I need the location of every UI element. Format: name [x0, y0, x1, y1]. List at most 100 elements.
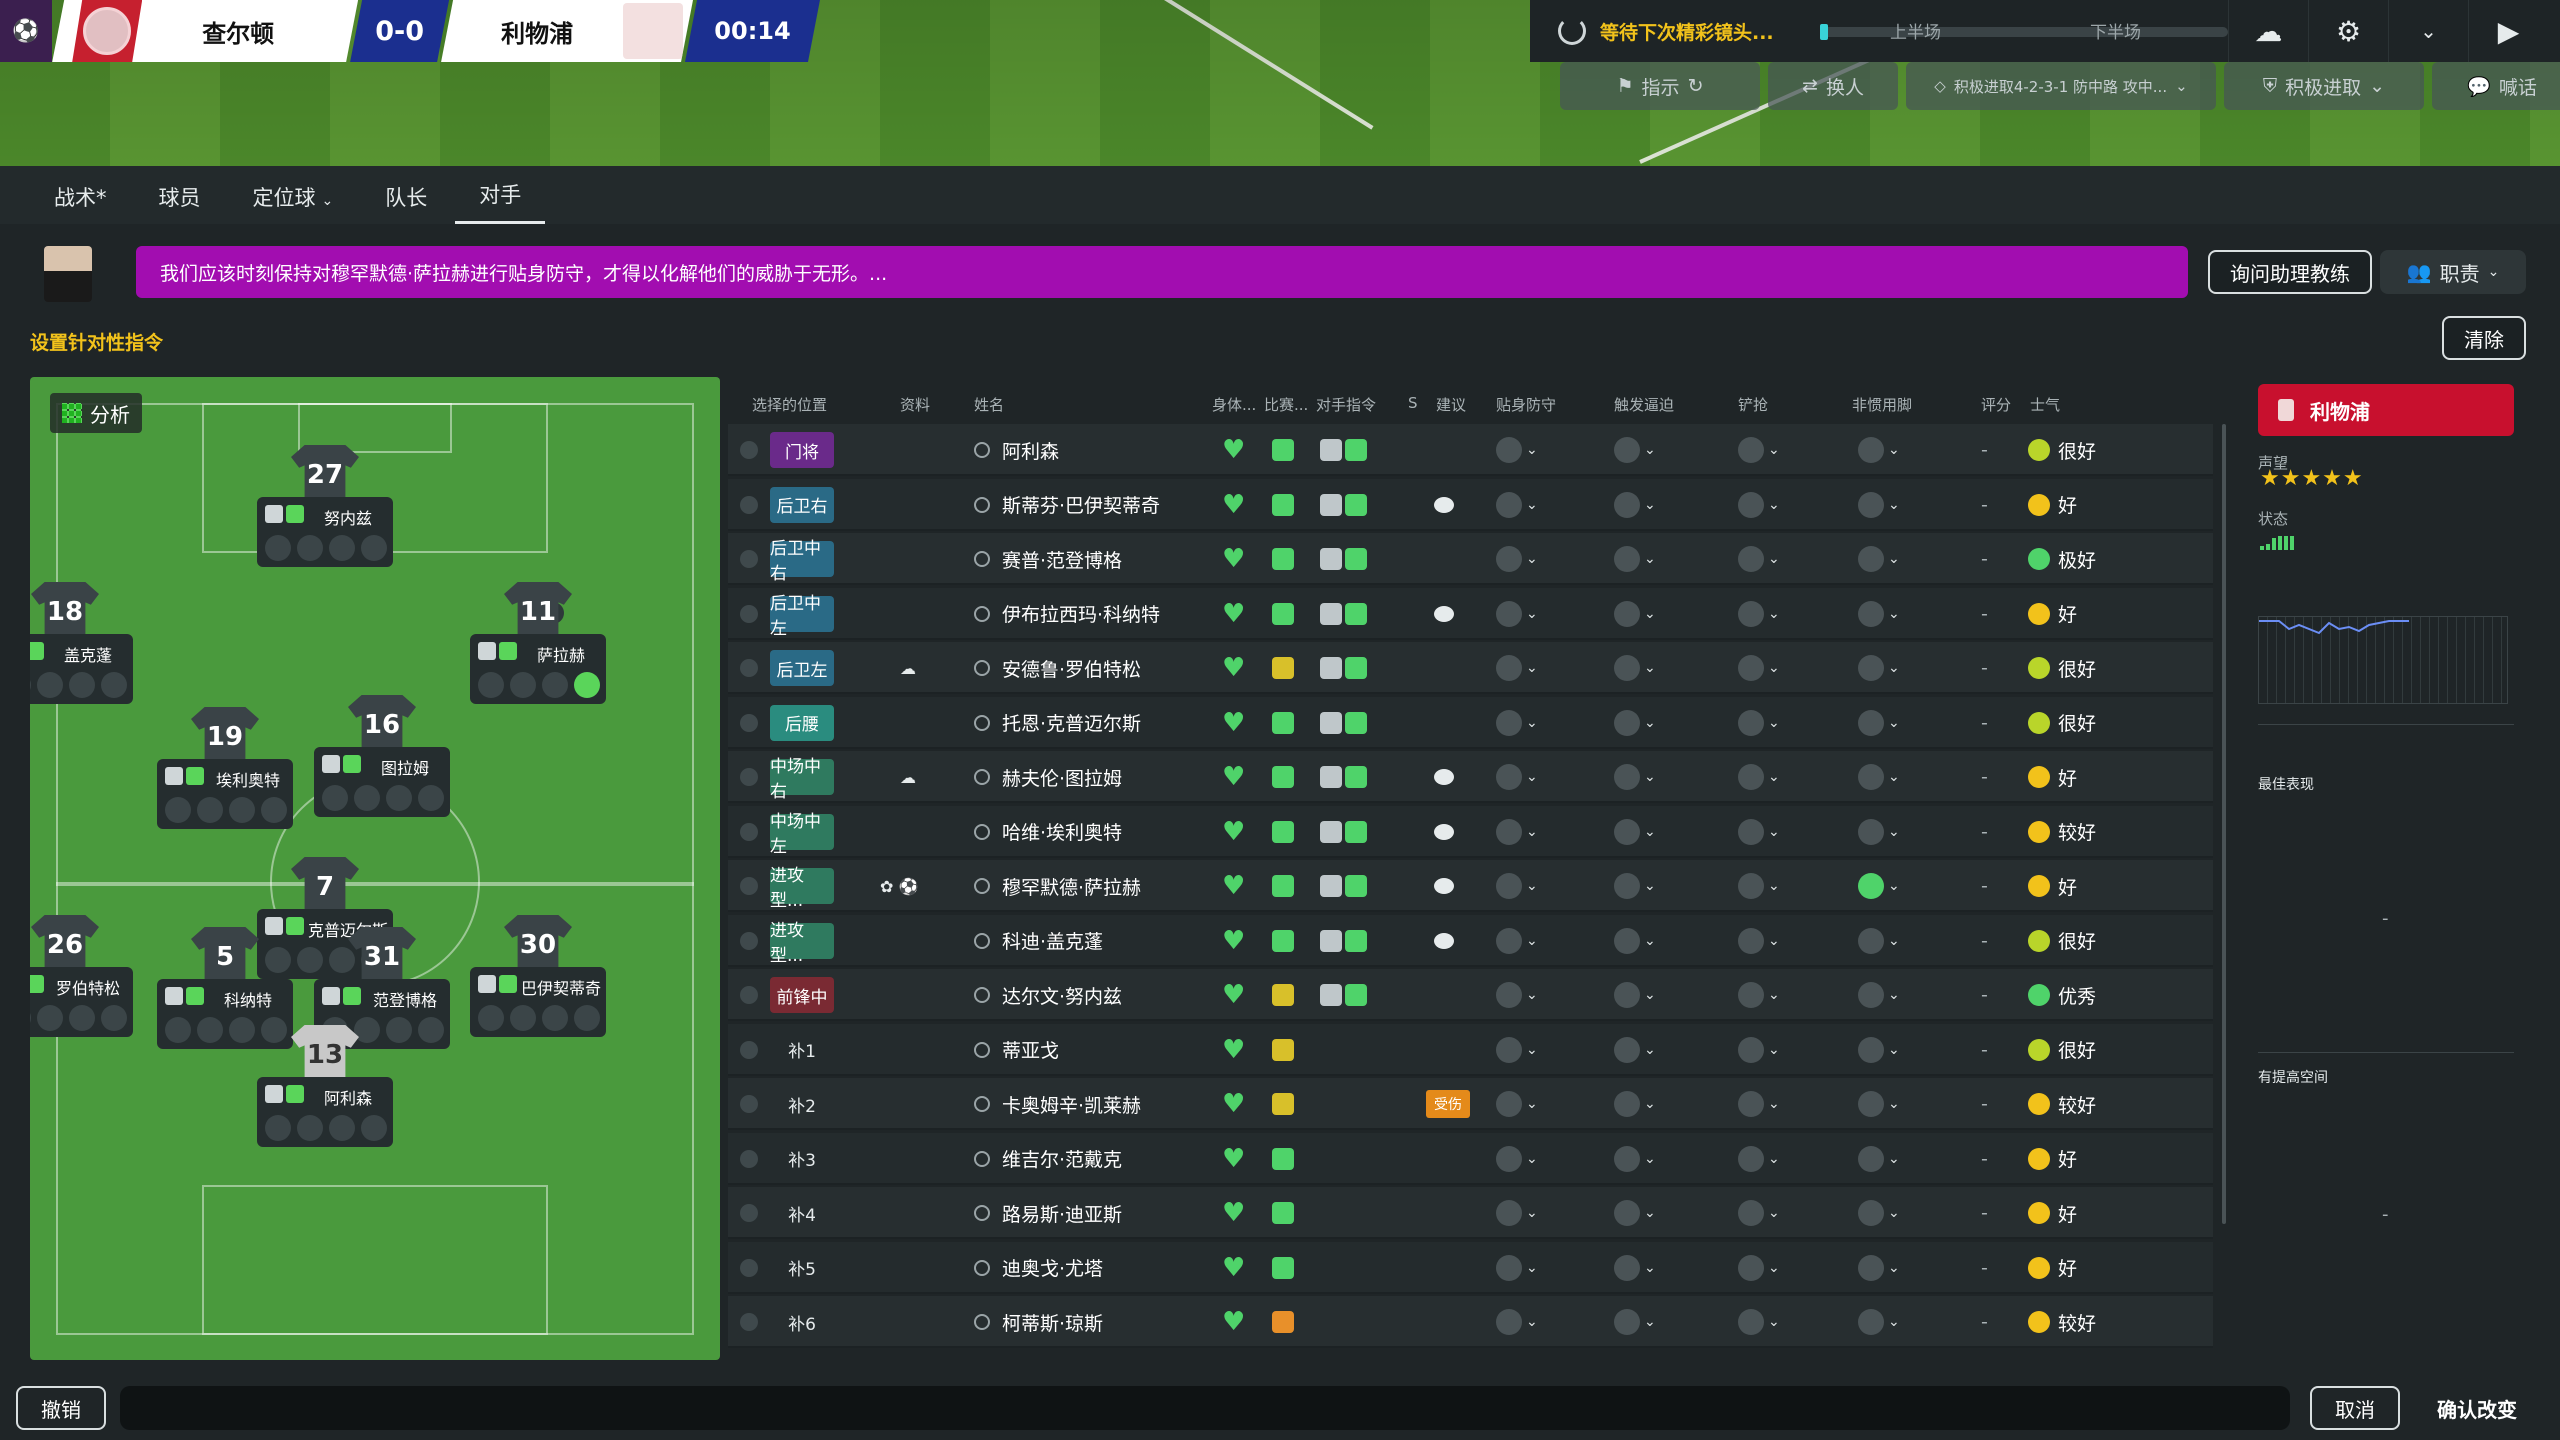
clear-button[interactable]: 清除: [2442, 316, 2526, 360]
instruction-dropdown[interactable]: ⌄: [1496, 1200, 1538, 1226]
instruction-dropdown[interactable]: ⌄: [1858, 764, 1900, 790]
player-name[interactable]: 赛普·范登博格: [1002, 546, 1122, 573]
table-row[interactable]: 补2 卡奥姆辛·凯莱赫 ♥ 受伤 ⌄ ⌄ ⌄ ⌄ - 较好: [728, 1078, 2213, 1130]
tab-opposition[interactable]: 对手: [455, 179, 546, 224]
instructions-button[interactable]: ⚑ 指示 ↻: [1560, 62, 1760, 110]
select-checkbox[interactable]: [740, 1095, 758, 1113]
instruction-dropdown[interactable]: ⌄: [1858, 873, 1900, 899]
instruction-dropdown[interactable]: ⌄: [1858, 1036, 1900, 1063]
instruction-dropdown[interactable]: ⌄: [1614, 1145, 1656, 1172]
instruction-dropdown[interactable]: ⌄: [1614, 655, 1656, 681]
table-row[interactable]: 进攻型... ✿ ⚽ 穆罕默德·萨拉赫 ♥ ⌄ ⌄ ⌄ ⌄ - 好: [728, 860, 2213, 912]
select-checkbox[interactable]: [740, 822, 758, 841]
instruction-dropdown[interactable]: ⌄: [1738, 982, 1780, 1008]
instruction-dropdown[interactable]: ⌄: [1738, 1254, 1780, 1281]
instruction-dropdown[interactable]: ⌄: [1496, 764, 1538, 790]
instruction-dropdown[interactable]: ⌄: [1496, 1145, 1538, 1172]
column-header[interactable]: 选择的位置: [752, 394, 827, 415]
select-checkbox[interactable]: [740, 1258, 758, 1277]
column-header[interactable]: 非惯用脚: [1852, 394, 1912, 415]
weather-icon[interactable]: ☁: [2228, 0, 2308, 62]
table-row[interactable]: 补3 维吉尔·范戴克 ♥ ⌄ ⌄ ⌄ ⌄ - 好: [728, 1132, 2213, 1185]
table-row[interactable]: 后卫左 ☁ 安德鲁·罗伯特松 ♥ ⌄ ⌄ ⌄ ⌄ - 很好: [728, 642, 2213, 694]
table-scrollbar[interactable]: [2222, 424, 2226, 1224]
instruction-dropdown[interactable]: ⌄: [1496, 1309, 1538, 1335]
instruction-dropdown[interactable]: ⌄: [1614, 1200, 1656, 1226]
instruction-dropdown[interactable]: ⌄: [1614, 1036, 1656, 1063]
instruction-dropdown[interactable]: ⌄: [1738, 927, 1780, 954]
player-name[interactable]: 赫夫伦·图拉姆: [1002, 764, 1122, 791]
column-header[interactable]: 姓名: [974, 394, 1004, 415]
select-checkbox[interactable]: [740, 495, 758, 514]
column-header[interactable]: S: [1408, 394, 1418, 412]
column-header[interactable]: 资料: [900, 394, 930, 415]
table-row[interactable]: 中场中右 ☁ 赫夫伦·图拉姆 ♥ ⌄ ⌄ ⌄ ⌄ - 好: [728, 751, 2213, 803]
speech-bubble-icon[interactable]: [1434, 932, 1454, 949]
cancel-button[interactable]: 取消: [2310, 1386, 2400, 1430]
table-row[interactable]: 补1 蒂亚戈 ♥ ⌄ ⌄ ⌄ ⌄ - 很好: [728, 1023, 2213, 1076]
instruction-dropdown[interactable]: ⌄: [1614, 600, 1656, 627]
instruction-dropdown[interactable]: ⌄: [1496, 873, 1538, 899]
column-header[interactable]: 评分: [1981, 394, 2011, 415]
instruction-dropdown[interactable]: ⌄: [1858, 546, 1900, 572]
instruction-dropdown[interactable]: ⌄: [1496, 1091, 1538, 1117]
instruction-dropdown[interactable]: ⌄: [1496, 437, 1538, 463]
speech-bubble-icon[interactable]: [1434, 496, 1454, 513]
player-name[interactable]: 安德鲁·罗伯特松: [1002, 655, 1141, 682]
tab-tactics[interactable]: 战术*: [30, 182, 131, 224]
player-name[interactable]: 穆罕默德·萨拉赫: [1002, 873, 1141, 900]
instruction-dropdown[interactable]: ⌄: [1858, 491, 1900, 518]
instruction-dropdown[interactable]: ⌄: [1614, 546, 1656, 572]
select-checkbox[interactable]: [740, 441, 758, 459]
instruction-dropdown[interactable]: ⌄: [1738, 546, 1780, 572]
select-checkbox[interactable]: [740, 1204, 758, 1222]
tab-captain[interactable]: 队长: [361, 182, 451, 224]
instruction-dropdown[interactable]: ⌄: [1614, 1309, 1656, 1335]
table-row[interactable]: 补4 路易斯·迪亚斯 ♥ ⌄ ⌄ ⌄ ⌄ - 好: [728, 1187, 2213, 1239]
player-name[interactable]: 哈维·埃利奥特: [1002, 818, 1122, 845]
speech-bubble-icon[interactable]: [1434, 823, 1454, 840]
player-name[interactable]: 达尔文·努内兹: [1002, 982, 1122, 1009]
instruction-dropdown[interactable]: ⌄: [1738, 764, 1780, 790]
instruction-dropdown[interactable]: ⌄: [1858, 818, 1900, 845]
best-performance-label[interactable]: 最佳表现: [2258, 774, 2314, 794]
table-row[interactable]: 中场中左 哈维·埃利奥特 ♥ ⌄ ⌄ ⌄ ⌄ - 较好: [728, 805, 2213, 858]
select-checkbox[interactable]: [740, 659, 758, 677]
speech-bubble-icon[interactable]: [1434, 769, 1454, 785]
instruction-dropdown[interactable]: ⌄: [1738, 1200, 1780, 1226]
instruction-dropdown[interactable]: ⌄: [1738, 491, 1780, 518]
ask-assistant-button[interactable]: 询问助理教练: [2208, 250, 2372, 294]
player-name[interactable]: 斯蒂芬·巴伊契蒂奇: [1002, 491, 1160, 518]
tab-players[interactable]: 球员: [135, 182, 225, 224]
instruction-dropdown[interactable]: ⌄: [1738, 873, 1780, 899]
column-header[interactable]: 比赛...: [1264, 394, 1308, 415]
player-name[interactable]: 维吉尔·范戴克: [1002, 1145, 1122, 1172]
mentality-button[interactable]: ⛨ 积极进取 ⌄: [2224, 62, 2424, 110]
instruction-dropdown[interactable]: ⌄: [1858, 1309, 1900, 1335]
instruction-dropdown[interactable]: ⌄: [1614, 491, 1656, 518]
table-row[interactable]: 后卫中左 伊布拉西玛·科纳特 ♥ ⌄ ⌄ ⌄ ⌄ - 好: [728, 587, 2213, 640]
select-checkbox[interactable]: [740, 1149, 758, 1168]
instruction-dropdown[interactable]: ⌄: [1858, 655, 1900, 681]
instruction-dropdown[interactable]: ⌄: [1738, 709, 1780, 736]
column-header[interactable]: 贴身防守: [1496, 394, 1556, 415]
formation-button[interactable]: ◇ 积极进取4-2-3-1 防中路 攻中... ⌄: [1906, 62, 2216, 110]
instruction-dropdown[interactable]: ⌄: [1858, 437, 1900, 463]
instruction-dropdown[interactable]: ⌄: [1496, 1254, 1538, 1281]
instruction-dropdown[interactable]: ⌄: [1858, 600, 1900, 627]
instruction-dropdown[interactable]: ⌄: [1738, 1309, 1780, 1335]
room-to-improve-label[interactable]: 有提高空间: [2258, 1067, 2328, 1087]
instruction-dropdown[interactable]: ⌄: [1496, 491, 1538, 518]
play-button[interactable]: ▶: [2468, 0, 2548, 62]
shout-button[interactable]: 💬 喊话: [2432, 62, 2560, 110]
instruction-dropdown[interactable]: ⌄: [1858, 982, 1900, 1008]
select-checkbox[interactable]: [740, 931, 758, 950]
instruction-dropdown[interactable]: ⌄: [1858, 1091, 1900, 1117]
instruction-dropdown[interactable]: ⌄: [1614, 764, 1656, 790]
instruction-dropdown[interactable]: ⌄: [1858, 927, 1900, 954]
chevron-down-icon[interactable]: ⌄: [2388, 0, 2468, 62]
instruction-dropdown[interactable]: ⌄: [1614, 982, 1656, 1008]
column-header[interactable]: 士气: [2030, 394, 2060, 415]
table-row[interactable]: 补6 柯蒂斯·琼斯 ♥ ⌄ ⌄ ⌄ ⌄ - 较好: [728, 1296, 2213, 1348]
instruction-dropdown[interactable]: ⌄: [1738, 1036, 1780, 1063]
